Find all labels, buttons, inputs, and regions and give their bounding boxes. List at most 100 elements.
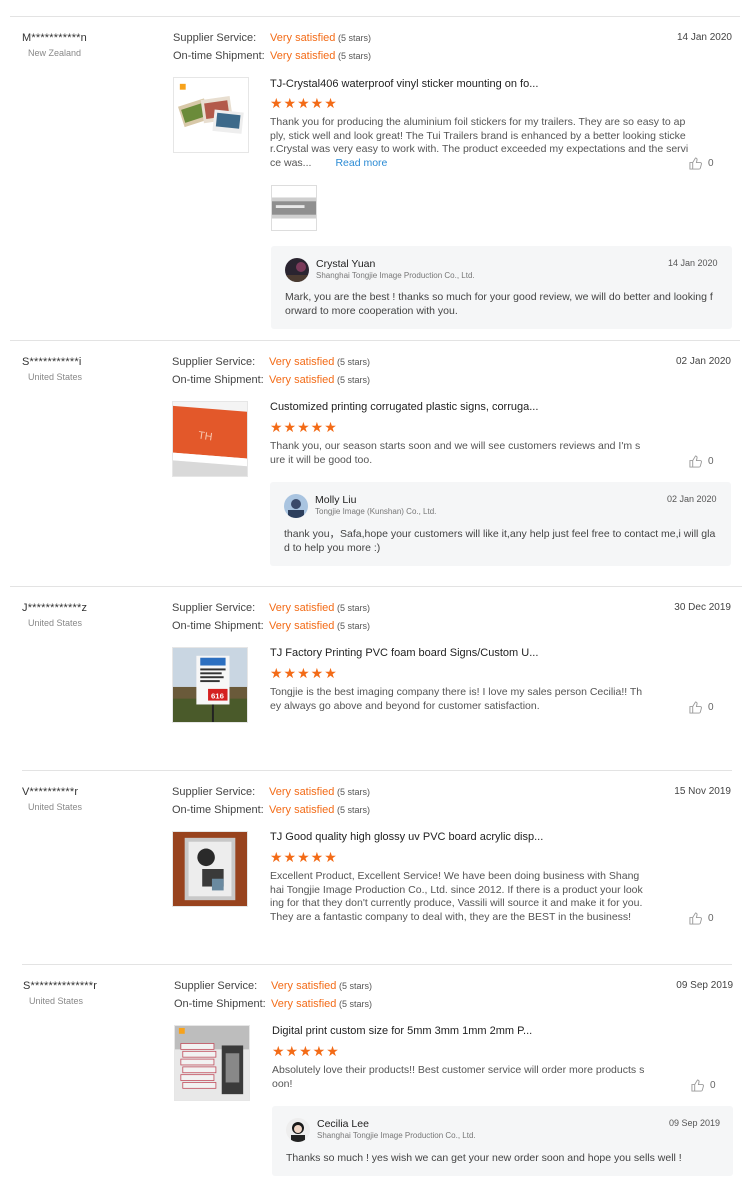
like-count: 0 bbox=[708, 702, 714, 714]
buyer-name: J************z bbox=[22, 602, 88, 614]
supplier-service-row: Supplier Service: Very satisfied (5 stars) bbox=[173, 32, 371, 44]
thumbs-up-icon bbox=[691, 1079, 704, 1092]
shipment-rating: Very satisfied bbox=[269, 374, 335, 386]
shipment-label: On-time Shipment: bbox=[173, 50, 265, 62]
supplier-service-rating: Very satisfied bbox=[269, 602, 335, 614]
review-content: Tongjie is the best imaging company ther… bbox=[270, 686, 644, 713]
shipment-stars: (5 stars) bbox=[337, 375, 371, 385]
supplier-service-label: Supplier Service: bbox=[172, 602, 256, 614]
supplier-company: Shanghai Tongjie Image Production Co., L… bbox=[317, 1131, 476, 1140]
corrugated-sign-image: TH bbox=[173, 402, 247, 476]
supplier-service-row: Supplier Service: Very satisfied (5 stars) bbox=[172, 602, 370, 614]
supplier-reply: Cecilia Lee Shanghai Tongjie Image Produ… bbox=[272, 1106, 733, 1176]
supplier-service-label: Supplier Service: bbox=[174, 980, 258, 992]
yard-sign-image: 616 bbox=[173, 648, 247, 722]
reply-text: thank you，Safa,hope your customers will … bbox=[284, 528, 716, 554]
read-more-link[interactable]: Read more bbox=[335, 157, 387, 169]
review-text: Thank you, our season starts soon and we… bbox=[270, 440, 641, 466]
product-title-link[interactable]: TJ-Crystal406 waterproof vinyl sticker m… bbox=[270, 78, 538, 90]
supplier-service-row: Supplier Service: Very satisfied (5 stars) bbox=[174, 980, 372, 992]
buyer-country: United States bbox=[28, 802, 83, 812]
acrylic-display-image bbox=[173, 832, 247, 906]
like-button[interactable]: 0 bbox=[689, 455, 714, 468]
supplier-service-rating: Very satisfied bbox=[271, 980, 337, 992]
shipment-stars: (5 stars) bbox=[339, 999, 373, 1009]
review-divider bbox=[10, 16, 740, 17]
shipment-rating: Very satisfied bbox=[269, 620, 335, 632]
like-button[interactable]: 0 bbox=[689, 701, 714, 714]
like-count: 0 bbox=[708, 913, 714, 925]
like-button[interactable]: 0 bbox=[689, 912, 714, 925]
buyer-name: S**************r bbox=[23, 980, 98, 992]
reply-text: Thanks so much ! yes wish we can get you… bbox=[286, 1152, 682, 1164]
shipment-stars: (5 stars) bbox=[337, 621, 371, 631]
review-divider bbox=[10, 340, 740, 341]
star-rating: ★★★★★ bbox=[270, 419, 338, 435]
buyer-name: S***********i bbox=[22, 356, 82, 368]
reply-date: 02 Jan 2020 bbox=[667, 494, 717, 504]
thumbs-up-icon bbox=[689, 701, 702, 714]
review-divider bbox=[22, 770, 732, 771]
star-rating: ★★★★★ bbox=[270, 95, 338, 111]
sign-number: 616 bbox=[211, 692, 225, 701]
review-content: Absolutely love their products!! Best cu… bbox=[272, 1064, 646, 1091]
buyer-name: M***********n bbox=[22, 32, 87, 44]
buyer-name: V**********r bbox=[22, 786, 79, 798]
product-title-link[interactable]: TJ Factory Printing PVC foam board Signs… bbox=[270, 647, 538, 659]
shipment-row: On-time Shipment: Very satisfied (5 stars) bbox=[172, 374, 370, 386]
review-text: Thank you for producing the aluminium fo… bbox=[270, 116, 689, 169]
thumbs-up-icon bbox=[689, 157, 702, 170]
avatar bbox=[284, 494, 308, 518]
supplier-service-row: Supplier Service: Very satisfied (5 stars) bbox=[172, 356, 370, 368]
review-date: 02 Jan 2020 bbox=[675, 356, 731, 367]
reply-date: 09 Sep 2019 bbox=[669, 1118, 721, 1128]
review-attachment-image[interactable] bbox=[271, 185, 317, 231]
product-title-link[interactable]: TJ Good quality high glossy uv PVC board… bbox=[270, 831, 543, 843]
shipment-label: On-time Shipment: bbox=[174, 998, 266, 1010]
thumbs-up-icon bbox=[689, 455, 702, 468]
thumbs-up-icon bbox=[689, 912, 702, 925]
supplier-service-rating: Very satisfied bbox=[269, 786, 335, 798]
product-thumbnail[interactable]: 616 bbox=[172, 647, 248, 723]
product-thumbnail[interactable] bbox=[172, 831, 248, 907]
buyer-country: United States bbox=[28, 618, 83, 628]
print-stack-image bbox=[175, 1026, 249, 1100]
shipment-stars: (5 stars) bbox=[337, 805, 371, 815]
supplier-service-stars: (5 stars) bbox=[337, 357, 371, 367]
product-title-link[interactable]: Customized printing corrugated plastic s… bbox=[270, 401, 538, 413]
review-date: 30 Dec 2019 bbox=[674, 602, 731, 613]
shipment-row: On-time Shipment: Very satisfied (5 stars) bbox=[172, 620, 370, 632]
product-thumbnail[interactable] bbox=[173, 77, 249, 153]
shipment-stars: (5 stars) bbox=[338, 51, 372, 61]
supplier-service-label: Supplier Service: bbox=[173, 32, 257, 44]
shipment-row: On-time Shipment: Very satisfied (5 stars) bbox=[173, 50, 371, 62]
product-title-link[interactable]: Digital print custom size for 5mm 3mm 1m… bbox=[272, 1025, 532, 1037]
supplier-service-label: Supplier Service: bbox=[172, 786, 256, 798]
avatar bbox=[285, 258, 309, 282]
like-count: 0 bbox=[710, 1080, 716, 1092]
supplier-service-stars: (5 stars) bbox=[339, 981, 373, 991]
supplier-service-stars: (5 stars) bbox=[338, 33, 372, 43]
supplier-reply: Molly Liu Tongjie Image (Kunshan) Co., L… bbox=[270, 482, 731, 566]
shipment-rating: Very satisfied bbox=[270, 50, 336, 62]
review-content: Thank you for producing the aluminium fo… bbox=[270, 116, 690, 170]
review-divider bbox=[10, 586, 742, 587]
like-button[interactable]: 0 bbox=[691, 1079, 716, 1092]
supplier-company: Shanghai Tongjie Image Production Co., L… bbox=[316, 271, 475, 280]
shipment-rating: Very satisfied bbox=[271, 998, 337, 1010]
shipment-label: On-time Shipment: bbox=[172, 374, 264, 386]
review-date: 09 Sep 2019 bbox=[676, 980, 733, 991]
review-text: Tongjie is the best imaging company ther… bbox=[270, 686, 643, 712]
buyer-country: New Zealand bbox=[28, 48, 82, 58]
review-content: Thank you, our season starts soon and we… bbox=[270, 440, 644, 467]
supplier-name: Crystal Yuan bbox=[316, 258, 376, 270]
star-rating: ★★★★★ bbox=[270, 849, 338, 865]
like-button[interactable]: 0 bbox=[689, 157, 714, 170]
buyer-country: United States bbox=[29, 996, 84, 1006]
reply-date: 14 Jan 2020 bbox=[668, 258, 718, 268]
shipment-label: On-time Shipment: bbox=[172, 804, 264, 816]
svg-text:TH: TH bbox=[197, 430, 213, 444]
product-thumbnail[interactable]: TH bbox=[172, 401, 248, 477]
shipment-row: On-time Shipment: Very satisfied (5 stars) bbox=[174, 998, 372, 1010]
product-thumbnail[interactable] bbox=[174, 1025, 250, 1101]
